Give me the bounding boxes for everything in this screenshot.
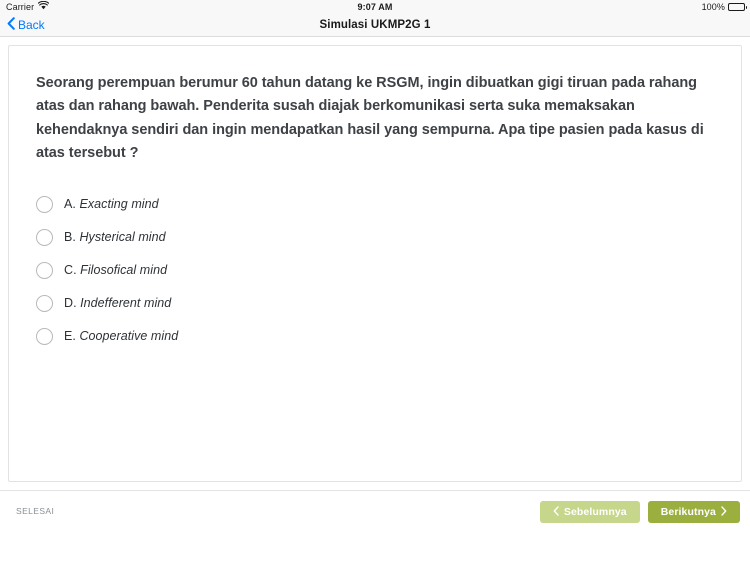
content-area: Seorang perempuan berumur 60 tahun datan… — [0, 37, 750, 490]
option-row[interactable]: E. Cooperative mind — [36, 320, 714, 353]
option-label: Hysterical mind — [79, 230, 166, 245]
option-letter: C. — [64, 263, 77, 278]
navigation-bar: Back Simulasi UKMP2G 1 — [0, 14, 750, 37]
option-label: Exacting mind — [79, 197, 159, 212]
chevron-right-icon — [721, 505, 727, 519]
chevron-left-icon — [553, 505, 559, 519]
radio-button-a[interactable] — [36, 195, 53, 213]
question-card: Seorang perempuan berumur 60 tahun datan… — [8, 45, 742, 482]
option-text: D. Indefferent mind — [64, 296, 171, 310]
radio-button-e[interactable] — [36, 327, 53, 345]
option-label: Indefferent mind — [80, 296, 172, 311]
option-text: B. Hysterical mind — [64, 230, 166, 244]
status-bar-time: 9:07 AM — [357, 2, 393, 12]
option-letter: B. — [64, 230, 76, 245]
status-bar: Carrier 9:07 AM 100% — [0, 0, 750, 14]
next-button-label: Berikutnya — [660, 506, 716, 518]
option-letter: E. — [64, 329, 76, 344]
option-text: E. Cooperative mind — [64, 329, 178, 343]
radio-button-b[interactable] — [36, 228, 53, 246]
radio-button-d[interactable] — [36, 294, 53, 312]
option-letter: A. — [64, 197, 76, 212]
previous-button[interactable]: Sebelumnya — [539, 501, 640, 523]
radio-button-c[interactable] — [36, 261, 53, 279]
option-row[interactable]: C. Filosofical mind — [36, 254, 714, 287]
options-list: A. Exacting mind B. Hysterical mind C. Fil… — [36, 188, 714, 353]
option-letter: D. — [64, 296, 77, 311]
previous-button-label: Sebelumnya — [563, 506, 627, 518]
question-text: Seorang perempuan berumur 60 tahun datan… — [36, 75, 704, 162]
battery-full-icon — [728, 3, 747, 11]
option-text: A. Exacting mind — [64, 197, 159, 211]
finish-button[interactable]: SELESAI — [16, 506, 54, 516]
option-row[interactable]: B. Hysterical mind — [36, 221, 714, 254]
option-row[interactable]: A. Exacting mind — [36, 188, 714, 221]
footer-buttons: Sebelumnya Berikutnya — [539, 501, 740, 523]
page-title: Simulasi UKMP2G 1 — [319, 19, 431, 31]
option-text: C. Filosofical mind — [64, 263, 167, 277]
option-label: Cooperative mind — [79, 329, 179, 344]
option-label: Filosofical mind — [80, 263, 168, 278]
battery-percent-label: 100% — [701, 2, 725, 12]
option-row[interactable]: D. Indefferent mind — [36, 287, 714, 320]
status-bar-right: 100% — [701, 0, 747, 14]
next-button[interactable]: Berikutnya — [647, 501, 740, 523]
footer-bar: SELESAI Sebelumnya Berikutnya — [0, 490, 750, 564]
